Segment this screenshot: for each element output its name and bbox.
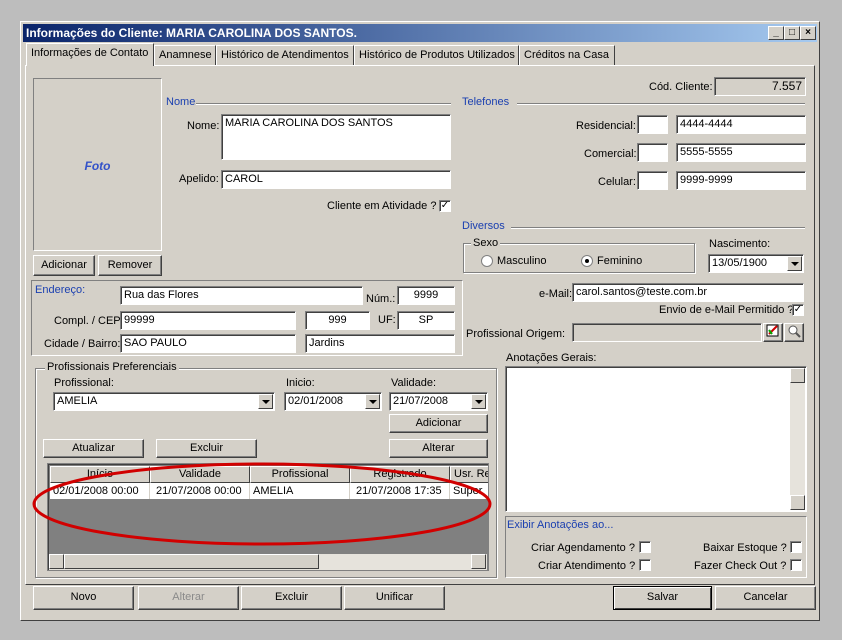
highlight-annotation <box>32 462 492 546</box>
tab-informacoes-contato[interactable]: Informações de Contato <box>26 43 154 66</box>
highlight-ellipse <box>32 462 492 546</box>
